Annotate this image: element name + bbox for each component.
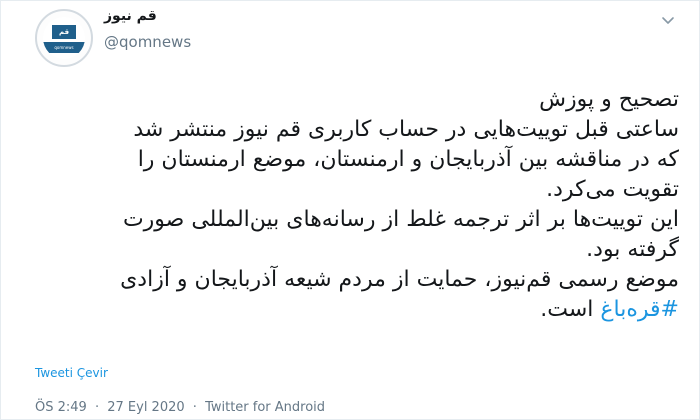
tweet-card: قم qomnews قم نیوز @qomnews تصحیح و پوزش… bbox=[0, 0, 700, 420]
meta-separator: · bbox=[94, 400, 100, 415]
username[interactable]: @qomnews bbox=[104, 33, 191, 51]
tweet-text: تصحیح و پوزش ساعتی قبل توییت‌هایی در حسا… bbox=[31, 85, 679, 325]
tweet-line: موضع رسمی قم‌نیوز، حمایت از مردم شیعه آذ… bbox=[120, 267, 679, 292]
tweet-time[interactable]: ÖS 2:49 bbox=[35, 400, 87, 415]
logo-mark-text: قم bbox=[58, 28, 70, 36]
tweet-line-last: #قره‌باغ است. bbox=[31, 295, 679, 325]
translate-tweet-link[interactable]: Tweeti Çevir bbox=[35, 366, 108, 380]
avatar[interactable]: قم qomnews bbox=[35, 9, 93, 67]
display-name[interactable]: قم نیوز bbox=[104, 8, 157, 24]
tweet-line-suffix: است. bbox=[540, 297, 601, 322]
logo-band: qomnews bbox=[43, 42, 85, 53]
tweet-date[interactable]: 27 Eyl 2020 bbox=[107, 400, 184, 415]
avatar-logo: قم qomnews bbox=[43, 17, 85, 59]
chevron-down-icon[interactable] bbox=[658, 10, 678, 30]
meta-separator: · bbox=[192, 400, 197, 415]
tweet-line: گرفته بود. bbox=[586, 237, 679, 262]
logo-mark: قم bbox=[52, 25, 76, 39]
tweet-metadata: ÖS 2:49 · 27 Eyl 2020 · Twitter for Andr… bbox=[35, 400, 325, 415]
tweet-line: تقویت می‌کرد. bbox=[546, 177, 679, 202]
tweet-line: تصحیح و پوزش bbox=[539, 87, 679, 112]
tweet-line: که در مناقشه بین آذربایجان و ارمنستان، م… bbox=[137, 147, 679, 172]
logo-band-text: qomnews bbox=[54, 45, 74, 50]
tweet-source: Twitter for Android bbox=[205, 400, 326, 415]
tweet-line: ساعتی قبل توییت‌هایی در حساب کاربری قم ن… bbox=[133, 117, 679, 142]
tweet-line: این توییت‌ها بر اثر ترجمه غلط از رسانه‌ه… bbox=[122, 207, 679, 232]
hashtag-link[interactable]: #قره‌باغ bbox=[600, 297, 679, 322]
